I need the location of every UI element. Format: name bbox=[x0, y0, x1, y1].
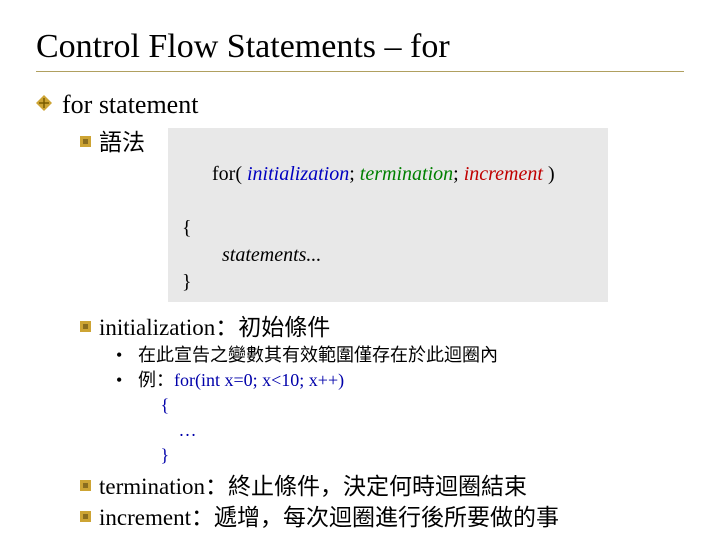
bullet-l2-initialization: initialization：初始條件 bbox=[80, 312, 684, 343]
code-line-body: statements... bbox=[182, 242, 598, 269]
bullet-l2-increment: increment：遞增，每次迴圈進行後所要做的事 bbox=[80, 502, 684, 533]
bullet-l1-text: for statement bbox=[62, 89, 198, 120]
l3-example-text: 例：for(int x=0; x<10; x++) bbox=[138, 368, 344, 393]
code-line-close-brace: } bbox=[182, 269, 598, 296]
l3-example-line2: { bbox=[116, 393, 684, 418]
title-divider bbox=[36, 71, 684, 75]
slide: Control Flow Statements – for for statem… bbox=[0, 0, 720, 540]
code-sep2: ; bbox=[453, 163, 464, 185]
square-bullet-icon bbox=[80, 480, 91, 491]
l3-block: • 在此宣告之變數其有效範圍僅存在於此迴圈內 • 例：for(int x=0; … bbox=[116, 343, 684, 469]
example-code-for: for(int x=0; x<10; x++) bbox=[174, 370, 344, 390]
square-bullet-icon bbox=[80, 321, 91, 332]
initialization-label: initialization：初始條件 bbox=[99, 312, 330, 343]
code-for-keyword: for( bbox=[212, 163, 247, 185]
syntax-label: 語法 bbox=[99, 127, 145, 158]
square-bullet-icon bbox=[80, 136, 91, 147]
bullet-l2-termination: termination：終止條件，決定何時迴圈結束 bbox=[80, 471, 684, 502]
code-line-open-brace: { bbox=[182, 215, 598, 242]
code-close-paren: ) bbox=[543, 163, 555, 185]
code-sep1: ; bbox=[349, 163, 360, 185]
l3-example-line3: … bbox=[116, 418, 684, 443]
page-title: Control Flow Statements – for bbox=[36, 28, 684, 65]
example-ellipsis: … bbox=[138, 418, 197, 443]
code-increment: increment bbox=[464, 163, 543, 185]
example-prefix: 例： bbox=[138, 370, 174, 390]
code-termination: termination bbox=[360, 163, 453, 185]
code-initialization: initialization bbox=[247, 163, 349, 185]
code-line-for: for( initialization; termination; increm… bbox=[182, 134, 598, 215]
dot-bullet-icon: • bbox=[116, 343, 138, 368]
l3-item-scope: • 在此宣告之變數其有效範圍僅存在於此迴圈內 bbox=[116, 343, 684, 368]
l3-item-example: • 例：for(int x=0; x<10; x++) bbox=[116, 368, 684, 393]
bullet-l1-for-statement: for statement bbox=[36, 89, 684, 120]
square-bullet-icon bbox=[80, 511, 91, 522]
increment-label: increment：遞增，每次迴圈進行後所要做的事 bbox=[99, 502, 559, 533]
dot-bullet-icon: • bbox=[116, 368, 138, 393]
code-box: for( initialization; termination; increm… bbox=[168, 128, 608, 302]
l3-scope-text: 在此宣告之變數其有效範圍僅存在於此迴圈內 bbox=[138, 343, 498, 368]
l3-example-line4: } bbox=[116, 443, 684, 468]
example-brace-close: } bbox=[138, 443, 169, 468]
diamond-plus-icon bbox=[36, 95, 52, 111]
termination-label: termination：終止條件，決定何時迴圈結束 bbox=[99, 471, 527, 502]
example-brace-open: { bbox=[138, 393, 169, 418]
